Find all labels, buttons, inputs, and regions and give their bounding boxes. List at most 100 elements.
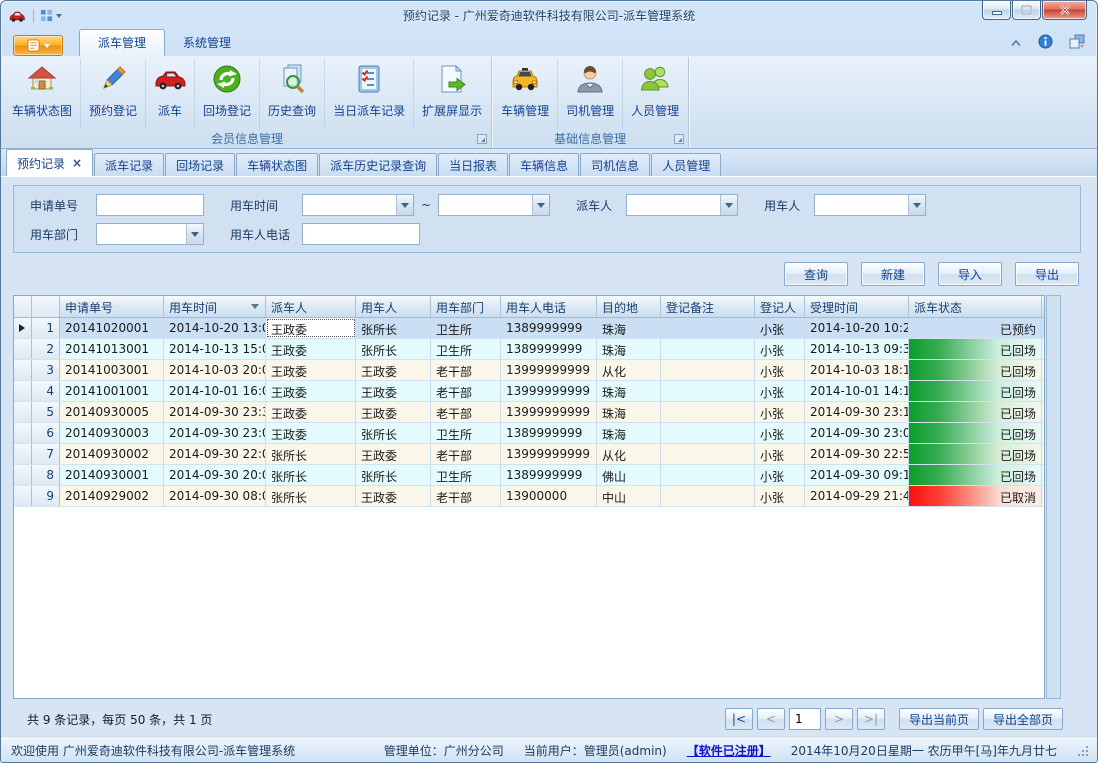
extended-screen-button[interactable]: 扩展屏显示 xyxy=(414,59,490,129)
grid-cell[interactable]: 从化 xyxy=(597,444,661,464)
dispatch-status-cell[interactable]: 已取消 xyxy=(909,486,1042,506)
app-menu-button[interactable] xyxy=(13,35,63,56)
collapse-ribbon-chevron-icon[interactable] xyxy=(1010,36,1022,50)
grid-cell[interactable]: 2014-09-30 20:00 xyxy=(164,465,266,485)
grid-cell[interactable]: 1389999999 xyxy=(501,339,597,359)
grid-cell[interactable]: 王政委 xyxy=(356,486,431,506)
grid-cell[interactable]: 老干部 xyxy=(431,486,501,506)
return-register-button[interactable]: 回场登记 xyxy=(195,59,260,129)
tab-daily-report[interactable]: 当日报表 xyxy=(438,153,508,176)
grid-cell[interactable]: 珠海 xyxy=(597,423,661,443)
column-header[interactable]: 目的地 xyxy=(597,296,661,317)
query-button[interactable]: 查询 xyxy=(784,262,848,286)
grid-cell[interactable]: 2014-09-30 09:17 xyxy=(805,465,909,485)
grid-cell[interactable]: 2014-09-30 23:05 xyxy=(805,423,909,443)
tab-return-records[interactable]: 回场记录 xyxy=(165,153,235,176)
grid-cell[interactable]: 1389999999 xyxy=(501,318,597,338)
new-button[interactable]: 新建 xyxy=(861,262,925,286)
grid-cell[interactable]: 13999999999 xyxy=(501,444,597,464)
grid-cell[interactable]: 老干部 xyxy=(431,381,501,401)
grid-cell[interactable]: 20140930002 xyxy=(60,444,164,464)
grid-cell[interactable]: 20141013001 xyxy=(60,339,164,359)
grid-cell[interactable]: 从化 xyxy=(597,360,661,380)
table-row[interactable]: 9201409290022014-09-30 08:00张所长王政委老干部139… xyxy=(14,486,1044,507)
dispatch-status-cell[interactable]: 已回场 xyxy=(909,444,1042,464)
grid-cell[interactable]: 老干部 xyxy=(431,444,501,464)
grid-cell[interactable]: 张所长 xyxy=(266,444,356,464)
order-no-input[interactable] xyxy=(96,194,204,216)
grid-cell[interactable]: 王政委 xyxy=(356,360,431,380)
tab-vehicle-info[interactable]: 车辆信息 xyxy=(509,153,579,176)
dispatch-status-cell[interactable]: 已回场 xyxy=(909,402,1042,422)
dialog-launcher-icon[interactable] xyxy=(477,134,487,144)
grid-cell[interactable]: 老干部 xyxy=(431,360,501,380)
grid-cell[interactable]: 2014-09-30 23:14 xyxy=(805,402,909,422)
tab-dispatch-history-query[interactable]: 派车历史记录查询 xyxy=(319,153,437,176)
grid-cell[interactable]: 卫生所 xyxy=(431,423,501,443)
grid-cell[interactable]: 张所长 xyxy=(356,318,431,338)
tab-vehicle-status-map[interactable]: 车辆状态图 xyxy=(236,153,318,176)
ribbon-tab-dispatch-mgmt[interactable]: 派车管理 xyxy=(79,29,165,56)
grid-cell[interactable]: 2014-09-30 08:00 xyxy=(164,486,266,506)
grid-cell[interactable]: 2014-10-01 16:00 xyxy=(164,381,266,401)
vehicle-mgmt-button[interactable]: 车辆管理 xyxy=(493,59,558,129)
ribbon-tab-system-mgmt[interactable]: 系统管理 xyxy=(165,30,249,56)
grid-cell[interactable]: 20140929002 xyxy=(60,486,164,506)
export-button[interactable]: 导出 xyxy=(1015,262,1079,286)
grid-cell[interactable]: 珠海 xyxy=(597,402,661,422)
grid-cell[interactable]: 2014-10-03 20:00 xyxy=(164,360,266,380)
grid-cell[interactable]: 张所长 xyxy=(356,423,431,443)
grid-cell[interactable]: 王政委 xyxy=(266,381,356,401)
grid-cell[interactable]: 卫生所 xyxy=(431,318,501,338)
table-row[interactable]: 7201409300022014-09-30 22:00张所长王政委老干部139… xyxy=(14,444,1044,465)
grid-cell[interactable]: 王政委 xyxy=(266,318,356,338)
vehicle-status-map-button[interactable]: 车辆状态图 xyxy=(4,59,81,129)
grid-cell[interactable]: 王政委 xyxy=(356,381,431,401)
column-header[interactable]: 用车时间 xyxy=(164,296,266,317)
grid-cell[interactable]: 小张 xyxy=(755,360,805,380)
first-page-button[interactable]: |< xyxy=(725,708,753,730)
grid-cell[interactable] xyxy=(661,465,755,485)
last-page-button[interactable]: >| xyxy=(857,708,885,730)
grid-cell[interactable]: 中山 xyxy=(597,486,661,506)
grid-cell[interactable]: 张所长 xyxy=(356,465,431,485)
column-header[interactable]: 派车人 xyxy=(266,296,356,317)
use-time-to-combobox[interactable] xyxy=(438,194,550,216)
personnel-mgmt-button[interactable]: 人员管理 xyxy=(623,59,687,129)
grid-cell[interactable]: 13900000 xyxy=(501,486,597,506)
phone-input[interactable] xyxy=(302,223,420,245)
license-registered-link[interactable]: 【软件已注册】 xyxy=(687,742,771,759)
grid-cell[interactable]: 小张 xyxy=(755,381,805,401)
grid-cell[interactable]: 1389999999 xyxy=(501,423,597,443)
grid-cell[interactable]: 珠海 xyxy=(597,381,661,401)
grid-cell[interactable]: 小张 xyxy=(755,444,805,464)
grid-cell[interactable] xyxy=(661,339,755,359)
tab-personnel-mgmt[interactable]: 人员管理 xyxy=(651,153,721,176)
minimize-button[interactable] xyxy=(982,1,1011,20)
table-row[interactable]: 1201410200012014-10-20 13:00王政委张所长卫生所138… xyxy=(14,318,1044,339)
grid-cell[interactable] xyxy=(661,402,755,422)
dispatch-status-cell[interactable]: 已回场 xyxy=(909,423,1042,443)
close-tab-icon[interactable]: × xyxy=(72,156,82,170)
grid-cell[interactable]: 20141001001 xyxy=(60,381,164,401)
tab-reservation-records[interactable]: 预约记录 × xyxy=(6,149,93,176)
next-page-button[interactable]: > xyxy=(825,708,853,730)
grid-cell[interactable]: 2014-10-20 10:24 xyxy=(805,318,909,338)
car-user-combobox[interactable] xyxy=(814,194,926,216)
grid-cell[interactable]: 2014-09-30 23:00 xyxy=(164,423,266,443)
grid-cell[interactable] xyxy=(661,360,755,380)
grid-cell[interactable]: 2014-10-01 14:19 xyxy=(805,381,909,401)
grid-cell[interactable]: 王政委 xyxy=(356,444,431,464)
grid-cell[interactable]: 2014-09-30 22:59 xyxy=(805,444,909,464)
grid-cell[interactable]: 2014-09-30 22:00 xyxy=(164,444,266,464)
grid-cell[interactable]: 13999999999 xyxy=(501,381,597,401)
grid-cell[interactable] xyxy=(661,486,755,506)
grid-cell[interactable]: 王政委 xyxy=(266,423,356,443)
grid-cell[interactable]: 小张 xyxy=(755,465,805,485)
resize-grip-icon[interactable] xyxy=(1077,745,1089,757)
grid-cell[interactable]: 张所长 xyxy=(356,339,431,359)
dispatcher-combobox[interactable] xyxy=(626,194,738,216)
use-time-from-combobox[interactable] xyxy=(302,194,414,216)
import-button[interactable]: 导入 xyxy=(938,262,1002,286)
grid-cell[interactable]: 小张 xyxy=(755,423,805,443)
